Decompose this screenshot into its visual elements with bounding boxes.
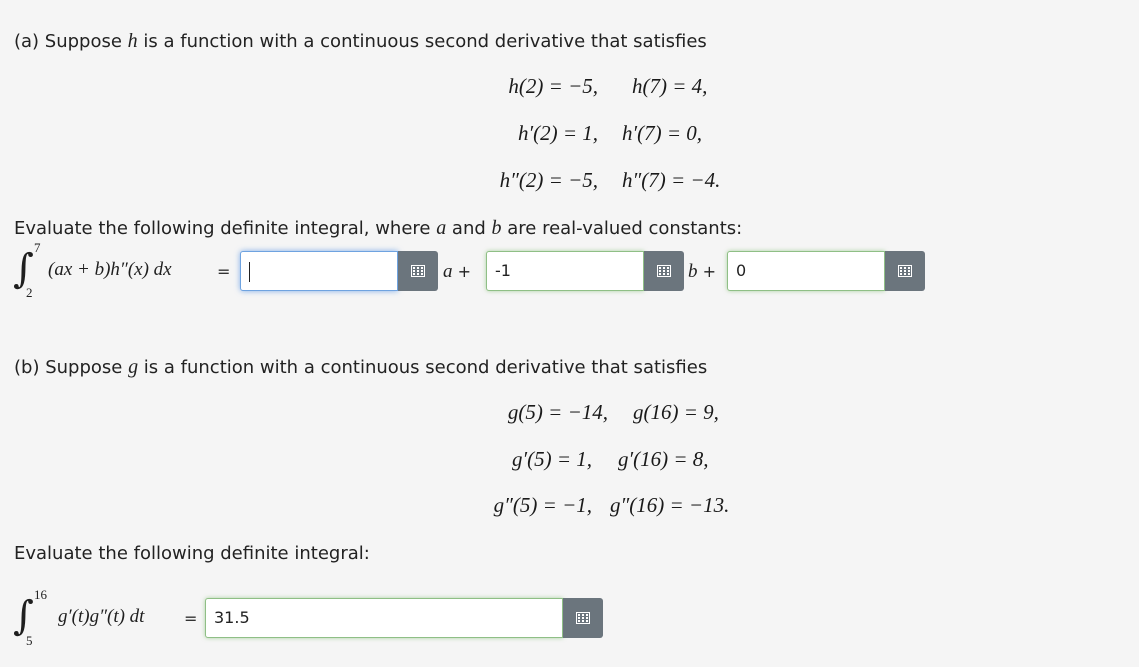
part-a-integrand: (ax + b)h″(x) dx <box>48 259 172 280</box>
part-a-lower-limit: 2 <box>26 285 33 300</box>
part-a-prompt-and: and <box>446 218 492 239</box>
part-a-constant-input[interactable] <box>240 251 398 291</box>
part-b-integral-sign: ∫ <box>13 593 34 639</box>
part-a-condition-row-1: h(2) = −5, h(7) = 4, <box>440 74 760 100</box>
part-a-condition-row-2: h′(2) = 1, h′(7) = 0, <box>440 121 760 147</box>
part-b-condition-row-1: g(5) = −14, g(16) = 9, <box>440 400 770 426</box>
part-a-intro-suffix: is a function with a continuous second d… <box>137 31 707 52</box>
part-a-b-term-label: b + <box>688 261 716 283</box>
part-a-intro-prefix: (a) Suppose <box>14 31 128 52</box>
part-b-upper-limit: 16 <box>34 587 47 602</box>
part-b-condition-row-2: g′(5) = 1, g′(16) = 8, <box>440 447 770 473</box>
part-b-intro-prefix: (b) Suppose <box>14 357 129 378</box>
condition-h-2: h(2) = −5, <box>508 74 598 98</box>
condition-g-5: g(5) = −14, <box>507 400 608 424</box>
condition-g-double-prime-5: g″(5) = −1, <box>493 493 592 517</box>
part-a-constant-keypad-button[interactable] <box>398 251 438 291</box>
part-a-a-coefficient-value: -1 <box>495 261 511 280</box>
part-b-integrand: g′(t)g″(t) dt <box>58 606 145 627</box>
plus-sign: + <box>702 262 716 281</box>
part-a-upper-limit: 7 <box>34 240 41 255</box>
part-a-b-coefficient-value: 0 <box>736 261 747 280</box>
condition-g-prime-16: g′(16) = 8, <box>618 447 709 471</box>
condition-h-prime-7: h′(7) = 0, <box>622 121 703 145</box>
part-a-var-b: b <box>688 261 698 282</box>
part-a-a-term-label: a + <box>443 261 471 283</box>
part-a-var-a: a <box>443 261 453 282</box>
condition-h-prime-2: h′(2) = 1, <box>517 121 598 145</box>
condition-h-double-prime-7: h″(7) = −4. <box>622 168 721 192</box>
matrix-keypad-icon <box>576 612 590 624</box>
part-b-function-name: g <box>128 356 139 378</box>
part-a-a-coefficient-keypad-button[interactable] <box>644 251 684 291</box>
matrix-keypad-icon <box>657 265 671 277</box>
part-b-answer-keypad-button[interactable] <box>563 598 603 638</box>
part-a-prompt-var-b: b <box>491 217 502 239</box>
matrix-keypad-icon <box>411 265 425 277</box>
condition-g-prime-5: g′(5) = 1, <box>511 447 592 471</box>
part-b-lower-limit: 5 <box>26 633 33 648</box>
part-b-answer-value: 31.5 <box>214 608 250 627</box>
condition-g-double-prime-16: g″(16) = −13. <box>610 493 730 517</box>
part-b-equals-sign: = <box>184 609 198 628</box>
text-caret <box>249 261 250 282</box>
part-a-prompt-var-a: a <box>436 217 447 239</box>
part-a-prompt-suffix: are real-valued constants: <box>501 218 743 239</box>
part-a-function-name: h <box>127 30 138 52</box>
part-a-b-coefficient-keypad-button[interactable] <box>885 251 925 291</box>
part-b-answer-input[interactable]: 31.5 <box>205 598 563 638</box>
part-a-a-coefficient-input[interactable]: -1 <box>486 251 644 291</box>
part-b-condition-row-3: g″(5) = −1, g″(16) = −13. <box>440 493 770 519</box>
part-a-integral-sign: ∫ <box>13 246 34 292</box>
plus-sign: + <box>457 262 471 281</box>
part-b-intro: (b) Suppose g is a function with a conti… <box>14 356 707 379</box>
part-a-equals-sign: = <box>217 262 231 281</box>
condition-h-7: h(7) = 4, <box>632 74 708 98</box>
part-a-b-coefficient-input[interactable]: 0 <box>727 251 885 291</box>
part-a-condition-row-3: h″(2) = −5, h″(7) = −4. <box>440 168 760 194</box>
part-a-intro: (a) Suppose h is a function with a conti… <box>14 30 707 53</box>
condition-g-16: g(16) = 9, <box>633 400 719 424</box>
previous-content-cutoff <box>0 0 1139 6</box>
condition-h-double-prime-2: h″(2) = −5, <box>499 168 598 192</box>
part-b-prompt: Evaluate the following definite integral… <box>14 543 370 564</box>
matrix-keypad-icon <box>898 265 912 277</box>
part-b-intro-suffix: is a function with a continuous second d… <box>138 357 708 378</box>
part-a-prompt-prefix: Evaluate the following definite integral… <box>14 218 437 239</box>
part-a-prompt: Evaluate the following definite integral… <box>14 217 742 240</box>
